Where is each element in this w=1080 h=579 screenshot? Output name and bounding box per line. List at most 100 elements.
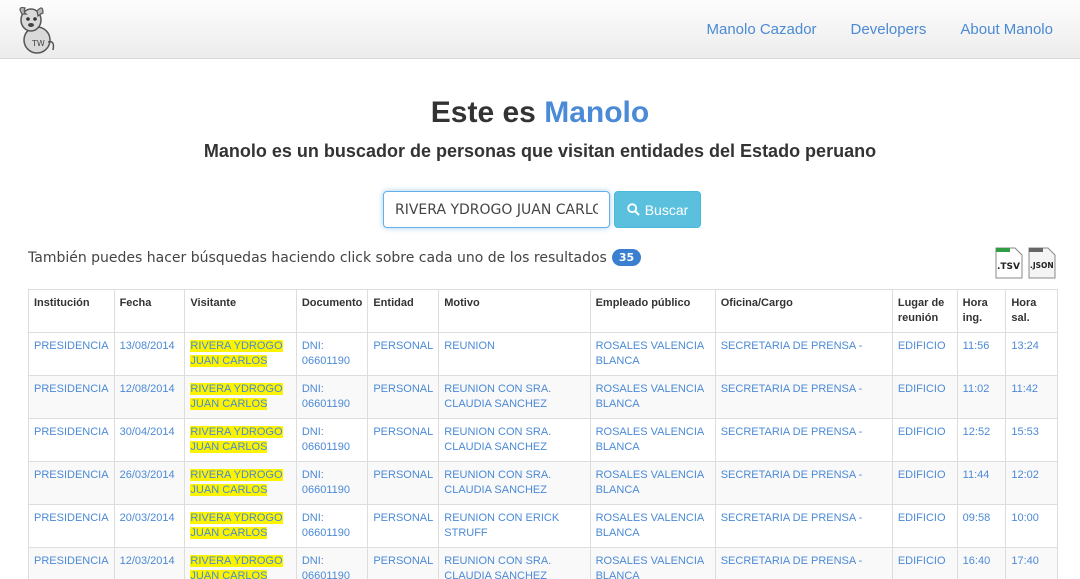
cell-entidad-link[interactable]: PERSONAL: [373, 383, 433, 395]
nav-link-about-manolo[interactable]: About Manolo: [960, 21, 1053, 38]
cell-empleado[interactable]: ROSALES VALENCIA BLANCA: [589, 461, 716, 505]
cell-empleado-link[interactable]: ROSALES VALENCIA BLANCA: [596, 383, 704, 410]
cell-hora-ingreso-link[interactable]: 16:40: [963, 555, 991, 567]
cell-lugar-link[interactable]: EDIFICIO: [898, 469, 946, 481]
cell-entidad-link[interactable]: PERSONAL: [373, 512, 433, 524]
cell-documento-link[interactable]: DNI: 06601190: [302, 340, 350, 367]
cell-lugar-link[interactable]: EDIFICIO: [898, 555, 946, 567]
cell-documento[interactable]: DNI: 06601190: [295, 461, 369, 505]
cell-oficina[interactable]: SECRETARIA DE PRENSA -: [714, 332, 893, 376]
cell-documento[interactable]: DNI: 06601190: [295, 504, 369, 548]
nav-link-manolo-cazador[interactable]: Manolo Cazador: [706, 21, 816, 38]
cell-visitante[interactable]: RIVERA YDROGO JUAN CARLOS: [184, 418, 297, 462]
cell-fecha[interactable]: 26/03/2014: [113, 461, 186, 505]
cell-hora-ingreso[interactable]: 11:44: [956, 461, 1007, 505]
cell-visitante[interactable]: RIVERA YDROGO JUAN CARLOS: [184, 547, 297, 579]
cell-hora-salida[interactable]: 17:40: [1005, 547, 1058, 579]
cell-motivo-link[interactable]: REUNION CON SRA. CLAUDIA SANCHEZ: [444, 555, 551, 579]
cell-entidad[interactable]: PERSONAL: [367, 461, 440, 505]
cell-documento[interactable]: DNI: 06601190: [295, 418, 369, 462]
cell-empleado[interactable]: ROSALES VALENCIA BLANCA: [589, 504, 716, 548]
cell-hora-salida-link[interactable]: 11:42: [1011, 383, 1038, 395]
cell-oficina-link[interactable]: SECRETARIA DE PRENSA -: [721, 383, 863, 395]
cell-motivo-link[interactable]: REUNION CON ERICK STRUFF: [444, 512, 559, 539]
cell-entidad[interactable]: PERSONAL: [367, 547, 440, 579]
cell-entidad-link[interactable]: PERSONAL: [373, 469, 433, 481]
cell-institucion-link[interactable]: PRESIDENCIA: [34, 383, 109, 395]
cell-hora-ingreso-link[interactable]: 11:02: [963, 383, 990, 395]
cell-documento-link[interactable]: DNI: 06601190: [302, 383, 350, 410]
cell-hora-ingreso-link[interactable]: 11:56: [963, 340, 990, 352]
cell-institucion[interactable]: PRESIDENCIA: [28, 375, 115, 419]
cell-fecha-link[interactable]: 30/04/2014: [120, 426, 175, 438]
cell-motivo[interactable]: REUNION CON SRA. CLAUDIA SANCHEZ: [438, 461, 591, 505]
cell-hora-salida[interactable]: 12:02: [1005, 461, 1058, 505]
cell-visitante-link[interactable]: RIVERA YDROGO JUAN CARLOS: [190, 555, 283, 579]
cell-motivo[interactable]: REUNION CON SRA. CLAUDIA SANCHEZ: [438, 418, 591, 462]
cell-entidad-link[interactable]: PERSONAL: [373, 426, 433, 438]
cell-fecha[interactable]: 13/08/2014: [113, 332, 186, 376]
cell-visitante-link[interactable]: RIVERA YDROGO JUAN CARLOS: [190, 383, 283, 410]
cell-hora-salida[interactable]: 13:24: [1005, 332, 1058, 376]
cell-visitante[interactable]: RIVERA YDROGO JUAN CARLOS: [184, 504, 297, 548]
cell-motivo-link[interactable]: REUNION: [444, 340, 495, 352]
cell-oficina[interactable]: SECRETARIA DE PRENSA -: [714, 547, 893, 579]
cell-visitante[interactable]: RIVERA YDROGO JUAN CARLOS: [184, 461, 297, 505]
cell-hora-salida-link[interactable]: 17:40: [1011, 555, 1039, 567]
cell-empleado-link[interactable]: ROSALES VALENCIA BLANCA: [596, 469, 704, 496]
cell-documento-link[interactable]: DNI: 06601190: [302, 426, 350, 453]
cell-visitante-link[interactable]: RIVERA YDROGO JUAN CARLOS: [190, 469, 283, 496]
cell-fecha[interactable]: 20/03/2014: [113, 504, 186, 548]
search-button[interactable]: Buscar: [614, 191, 701, 228]
cell-lugar[interactable]: EDIFICIO: [891, 418, 958, 462]
cell-empleado[interactable]: ROSALES VALENCIA BLANCA: [589, 375, 716, 419]
cell-documento-link[interactable]: DNI: 06601190: [302, 469, 350, 496]
cell-institucion-link[interactable]: PRESIDENCIA: [34, 555, 109, 567]
cell-institucion[interactable]: PRESIDENCIA: [28, 547, 115, 579]
cell-hora-ingreso[interactable]: 09:58: [956, 504, 1007, 548]
cell-oficina-link[interactable]: SECRETARIA DE PRENSA -: [721, 469, 863, 481]
cell-entidad[interactable]: PERSONAL: [367, 332, 440, 376]
cell-hora-salida-link[interactable]: 13:24: [1011, 340, 1039, 352]
cell-institucion[interactable]: PRESIDENCIA: [28, 418, 115, 462]
cell-hora-ingreso[interactable]: 12:52: [956, 418, 1007, 462]
cell-institucion[interactable]: PRESIDENCIA: [28, 504, 115, 548]
cell-fecha[interactable]: 12/03/2014: [113, 547, 186, 579]
manolo-dog-logo-icon[interactable]: TW: [13, 4, 57, 56]
cell-hora-salida-link[interactable]: 10:00: [1011, 512, 1039, 524]
cell-lugar[interactable]: EDIFICIO: [891, 461, 958, 505]
cell-fecha-link[interactable]: 12/03/2014: [120, 555, 175, 567]
cell-motivo[interactable]: REUNION: [438, 332, 591, 376]
cell-entidad-link[interactable]: PERSONAL: [373, 340, 433, 352]
cell-empleado-link[interactable]: ROSALES VALENCIA BLANCA: [596, 340, 704, 367]
cell-hora-salida-link[interactable]: 15:53: [1011, 426, 1039, 438]
cell-institucion-link[interactable]: PRESIDENCIA: [34, 469, 109, 481]
cell-fecha-link[interactable]: 12/08/2014: [120, 383, 175, 395]
cell-oficina-link[interactable]: SECRETARIA DE PRENSA -: [721, 512, 863, 524]
cell-documento[interactable]: DNI: 06601190: [295, 332, 369, 376]
cell-empleado[interactable]: ROSALES VALENCIA BLANCA: [589, 418, 716, 462]
cell-entidad[interactable]: PERSONAL: [367, 418, 440, 462]
cell-hora-ingreso[interactable]: 11:02: [956, 375, 1007, 419]
tsv-file-icon[interactable]: .TSV: [994, 247, 1024, 279]
cell-oficina[interactable]: SECRETARIA DE PRENSA -: [714, 418, 893, 462]
cell-visitante-link[interactable]: RIVERA YDROGO JUAN CARLOS: [190, 340, 283, 367]
cell-oficina-link[interactable]: SECRETARIA DE PRENSA -: [721, 555, 863, 567]
cell-hora-ingreso-link[interactable]: 12:52: [963, 426, 991, 438]
cell-hora-ingreso[interactable]: 11:56: [956, 332, 1007, 376]
cell-hora-salida[interactable]: 15:53: [1005, 418, 1058, 462]
cell-hora-salida-link[interactable]: 12:02: [1011, 469, 1039, 481]
cell-fecha-link[interactable]: 13/08/2014: [120, 340, 175, 352]
cell-institucion[interactable]: PRESIDENCIA: [28, 332, 115, 376]
cell-empleado[interactable]: ROSALES VALENCIA BLANCA: [589, 332, 716, 376]
cell-motivo[interactable]: REUNION CON ERICK STRUFF: [438, 504, 591, 548]
cell-motivo-link[interactable]: REUNION CON SRA. CLAUDIA SANCHEZ: [444, 426, 551, 453]
cell-documento-link[interactable]: DNI: 06601190: [302, 512, 350, 539]
cell-hora-salida[interactable]: 10:00: [1005, 504, 1058, 548]
cell-documento[interactable]: DNI: 06601190: [295, 375, 369, 419]
cell-visitante[interactable]: RIVERA YDROGO JUAN CARLOS: [184, 332, 297, 376]
cell-empleado[interactable]: ROSALES VALENCIA BLANCA: [589, 547, 716, 579]
cell-fecha-link[interactable]: 20/03/2014: [120, 512, 175, 524]
cell-lugar[interactable]: EDIFICIO: [891, 332, 958, 376]
cell-empleado-link[interactable]: ROSALES VALENCIA BLANCA: [596, 512, 704, 539]
